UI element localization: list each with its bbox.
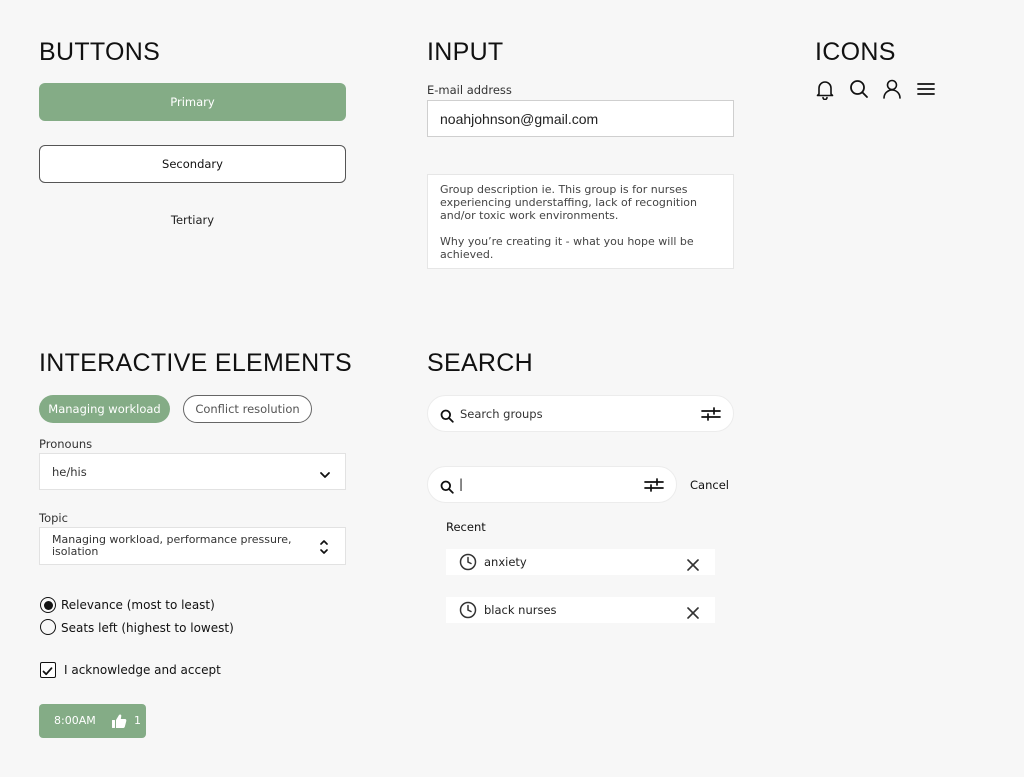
chevron-down-icon [319,466,331,485]
topic-value: Managing workload, performance pressure,… [52,532,292,558]
recent-item-label: anxiety [484,555,527,569]
description-line-2: Why you’re creating it - what you hope w… [440,235,694,261]
recent-label: Recent [446,520,486,534]
filter-icon[interactable] [701,406,721,426]
time-like-pill[interactable]: 8:00AM 1 [39,704,146,738]
search-icon[interactable] [848,78,870,100]
primary-button[interactable]: Primary [39,83,346,121]
search-placeholder: Search groups [460,407,543,421]
buttons-heading: BUTTONS [39,38,161,66]
recent-item[interactable]: black nurses [446,597,715,623]
close-icon[interactable] [687,556,699,575]
email-field[interactable]: noahjohnson@gmail.com [427,100,734,137]
clock-icon [459,553,477,575]
check-icon [42,667,53,676]
radio-relevance[interactable] [40,597,56,613]
search-icon [440,408,454,427]
recent-item-label: black nurses [484,603,557,617]
radio-seats-left-label: Seats left (highest to lowest) [61,621,234,635]
secondary-button[interactable]: Secondary [39,145,346,183]
topic-select[interactable]: Managing workload, performance pressure,… [39,527,346,565]
acknowledge-checkbox[interactable] [40,662,56,678]
pronouns-value: he/his [52,464,87,479]
search-groups-bar[interactable]: Search groups [427,395,734,432]
search-active-value: | [459,477,464,491]
pronouns-label: Pronouns [39,437,93,451]
input-heading: INPUT [427,38,504,66]
menu-icon[interactable] [915,78,937,100]
close-icon[interactable] [687,604,699,623]
acknowledge-label: I acknowledge and accept [64,663,221,677]
search-icon [440,479,454,498]
topic-label: Topic [39,511,68,525]
pronouns-select[interactable]: he/his [39,453,346,490]
user-icon[interactable] [881,78,903,100]
bell-icon[interactable] [814,78,836,101]
email-value: noahjohnson@gmail.com [440,110,599,127]
filter-icon[interactable] [644,477,664,497]
search-active-bar[interactable]: | [427,466,677,503]
email-label: E-mail address [427,83,512,97]
tertiary-button[interactable]: Tertiary [39,201,346,239]
group-description-textarea[interactable]: Group description ie. This group is for … [427,174,734,269]
chip-conflict-resolution[interactable]: Conflict resolution [183,395,312,423]
like-count: 1 [134,714,141,727]
search-heading: SEARCH [427,349,533,377]
clock-icon [459,601,477,623]
radio-relevance-label: Relevance (most to least) [61,598,215,612]
radio-seats-left[interactable] [40,619,56,635]
icons-heading: ICONS [815,38,896,66]
cancel-button[interactable]: Cancel [690,478,729,492]
thumbs-up-icon[interactable] [111,713,127,733]
time-label: 8:00AM [54,714,96,727]
chevron-up-down-icon [319,538,329,560]
radio-selected-dot [43,600,53,610]
recent-item[interactable]: anxiety [446,549,715,575]
interactive-heading: INTERACTIVE ELEMENTS [39,349,352,377]
description-line-1: Group description ie. This group is for … [440,183,698,222]
chip-managing-workload[interactable]: Managing workload [39,395,170,423]
